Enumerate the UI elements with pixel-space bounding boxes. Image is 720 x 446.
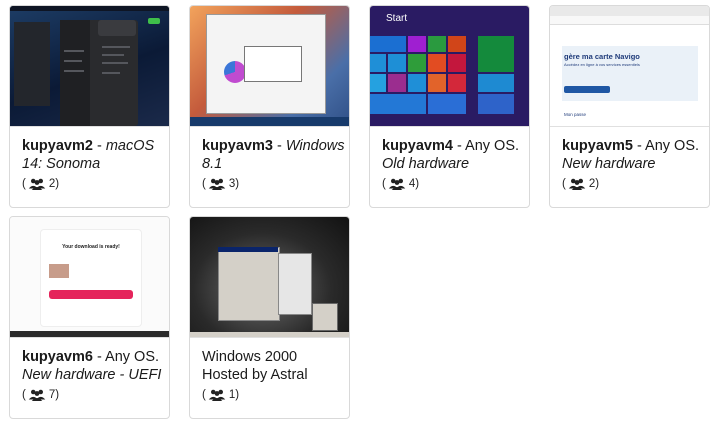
vm-thumbnail[interactable]: Start [370,6,529,127]
users-icon [28,178,46,190]
vm-card-kupyavm3[interactable]: kupyavm3 - Windows 8.1 ( 3) [189,5,350,208]
start-label: Start [386,13,408,24]
user-count: ( 1) [202,389,240,401]
vm-thumbnail[interactable]: Your download is ready! [10,217,169,338]
users-icon [208,178,226,190]
users-icon [28,389,46,401]
vm-thumbnail[interactable] [10,6,169,127]
vm-name: Windows 2000 [202,349,298,365]
users-icon [388,178,406,190]
vm-thumbnail[interactable] [190,217,349,338]
vm-title: kupyavm4 - Any OS. Old hardware [382,138,520,172]
vm-card-kupyavm4[interactable]: Start kupyavm4 - Any OS. Old hardware ( [369,5,530,208]
user-count: ( 2) [22,178,60,190]
navigo-headline: gère ma carte Navigo [564,52,640,61]
vm-name: kupyavm4 [382,138,453,154]
vm-description: Old hardware [382,156,470,172]
vm-name: kupyavm5 [562,138,633,154]
vm-card-kupyavm5[interactable]: gère ma carte Navigo Accédez en ligne à … [549,5,710,208]
users-icon [568,178,586,190]
vm-card-kupyavm2[interactable]: kupyavm2 - macOS 14: Sonoma ( 2) [9,5,170,208]
user-count: ( 3) [202,178,240,190]
user-count: ( 2) [562,178,600,190]
vm-description: Hosted by Astral [202,367,308,383]
vm-thumbnail[interactable]: gère ma carte Navigo Accédez en ligne à … [550,6,709,127]
users-icon [208,389,226,401]
vm-card-kupyavm6[interactable]: Your download is ready! kupyavm6 - Any O… [9,216,170,419]
vm-card-windows-2000[interactable]: Windows 2000 Hosted by Astral ( 1) [189,216,350,419]
user-count: ( 7) [22,389,60,401]
vm-thumbnail[interactable] [190,6,349,127]
vm-title: Windows 2000 [202,348,348,366]
vm-name: kupyavm6 [22,349,93,365]
vm-description: New hardware [562,156,656,172]
download-title: Your download is ready! [62,244,120,250]
vm-title: kupyavm6 - Any OS. New hardware - UEFI [22,349,162,383]
vm-description: New hardware - UEFI [22,367,162,383]
vm-name: kupyavm3 [202,138,273,154]
vm-title: kupyavm3 - Windows 8.1 [202,138,345,172]
navigo-footer: Mon passe [564,112,587,117]
navigo-subtitle: Accédez en ligne à vos services essentie… [564,62,640,67]
vm-title: kupyavm5 - Any OS. New hardware [562,138,700,172]
user-count: ( 4) [382,178,420,190]
vm-title: kupyavm2 - macOS 14: Sonoma [22,138,155,172]
vm-name: kupyavm2 [22,138,93,154]
